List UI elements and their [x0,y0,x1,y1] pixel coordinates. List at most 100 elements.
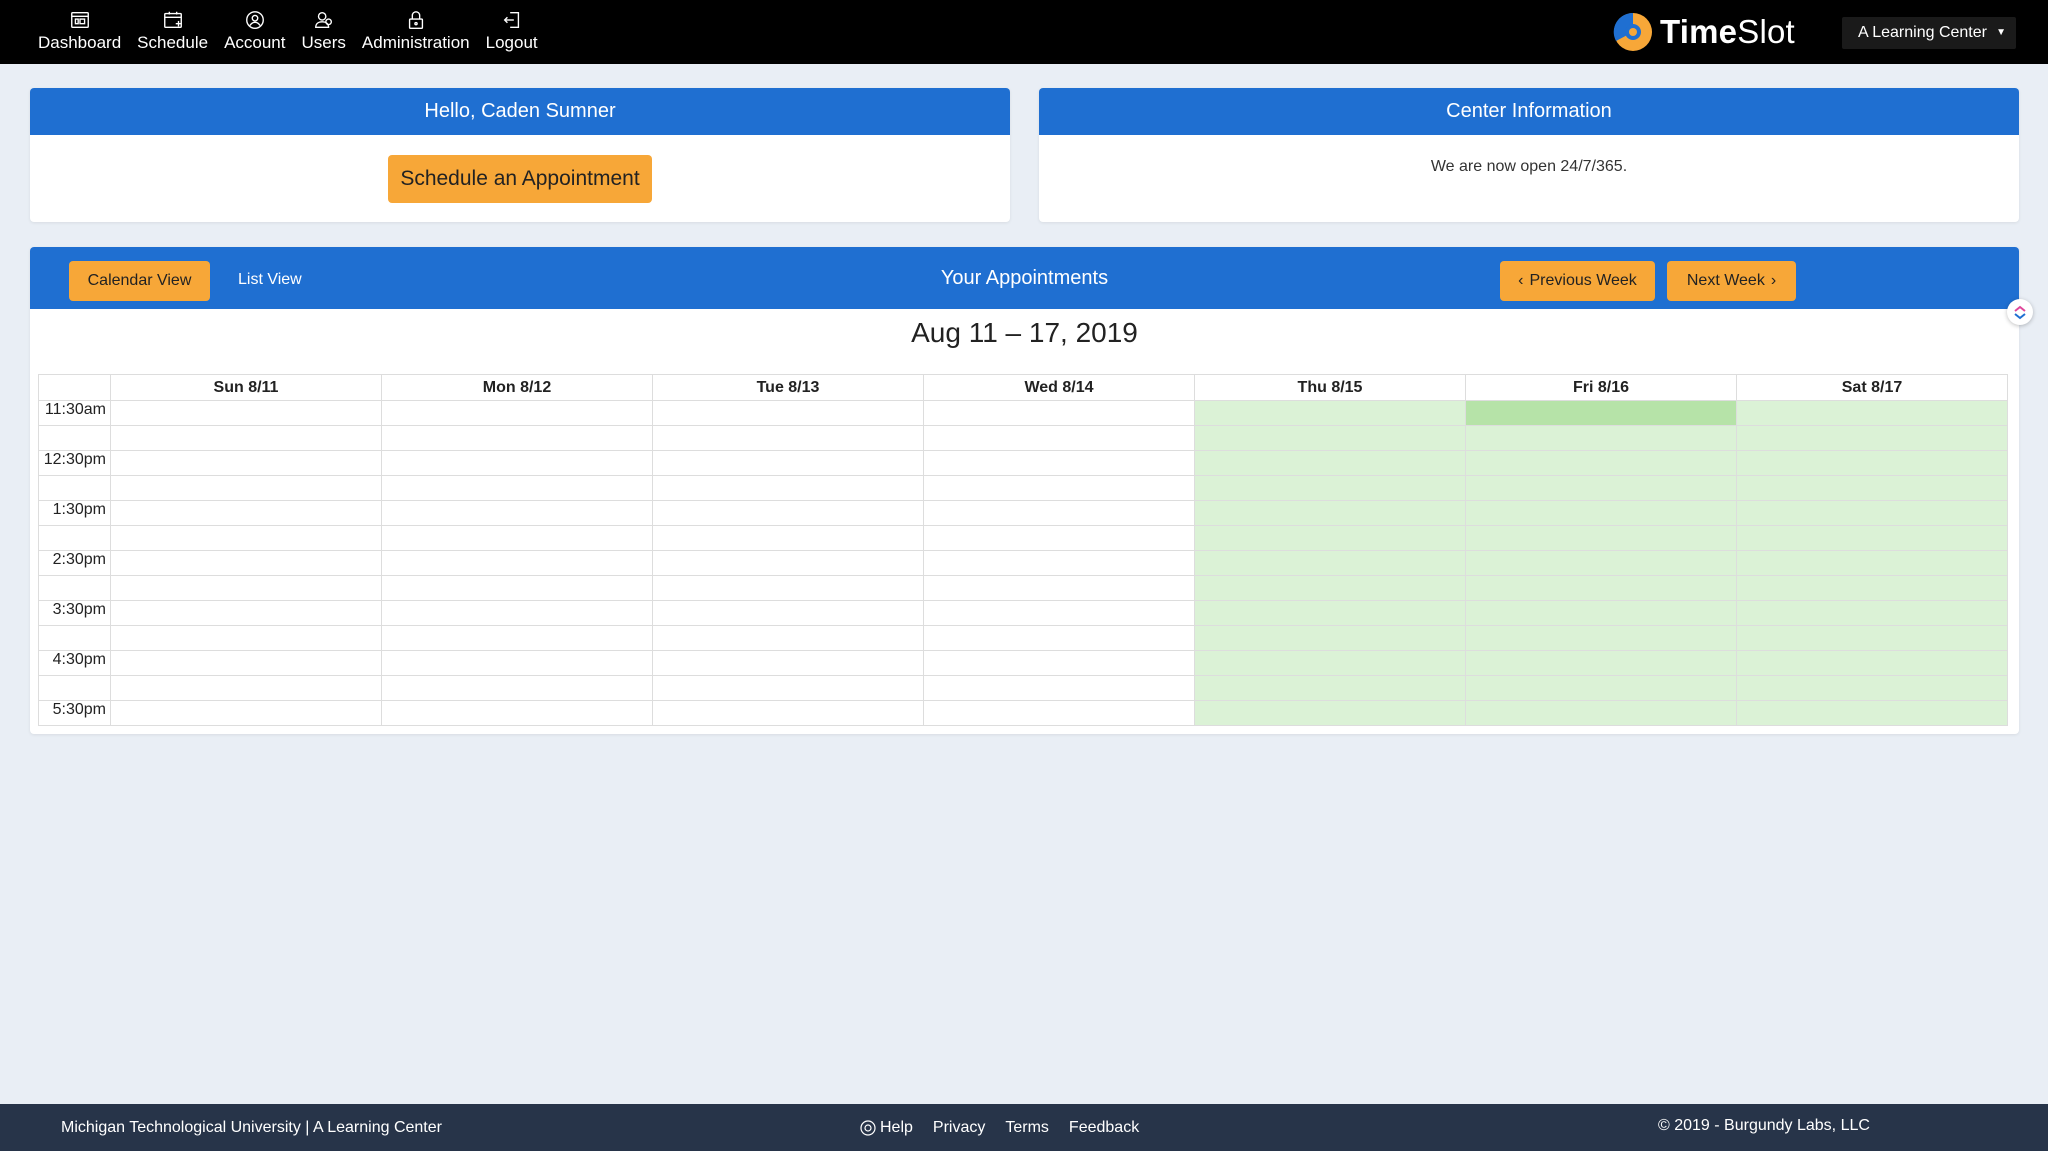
calendar-slot[interactable] [381,475,653,501]
calendar-slot[interactable] [1736,425,2008,451]
calendar-slot[interactable] [381,525,653,551]
calendar-slot[interactable] [923,500,1195,526]
calendar-slot[interactable] [110,400,382,426]
calendar-slot[interactable] [1736,475,2008,501]
footer-feedback-link[interactable]: Feedback [1069,1119,1139,1137]
nav-users[interactable]: Users [294,0,354,53]
calendar-slot[interactable] [923,525,1195,551]
calendar-slot[interactable] [1736,400,2008,426]
footer-privacy-link[interactable]: Privacy [933,1119,985,1137]
nav-account[interactable]: Account [216,0,293,53]
calendar-slot[interactable] [381,700,653,726]
calendar-slot[interactable] [1736,550,2008,576]
calendar-slot[interactable] [1465,650,1737,676]
calendar-slot[interactable] [110,525,382,551]
calendar-slot[interactable] [1465,500,1737,526]
calendar-slot[interactable] [1465,575,1737,601]
calendar-slot[interactable] [1194,600,1466,626]
calendar-slot[interactable] [1736,600,2008,626]
calendar-slot[interactable] [1194,400,1466,426]
calendar-slot[interactable] [1194,500,1466,526]
calendar-slot[interactable] [652,575,924,601]
calendar-slot[interactable] [1465,475,1737,501]
calendar-slot[interactable] [110,550,382,576]
calendar-slot[interactable] [1736,525,2008,551]
nav-administration[interactable]: Administration [354,0,478,53]
calendar-slot[interactable] [1465,450,1737,476]
calendar-slot[interactable] [1465,625,1737,651]
calendar-slot[interactable] [923,475,1195,501]
calendar-slot[interactable] [1194,425,1466,451]
list-view-link[interactable]: List View [238,271,302,289]
calendar-slot[interactable] [1194,625,1466,651]
calendar-slot[interactable] [110,700,382,726]
footer-help-link[interactable]: Help [860,1119,913,1137]
calendar-slot[interactable] [1736,675,2008,701]
calendar-slot[interactable] [923,625,1195,651]
calendar-slot[interactable] [1194,475,1466,501]
calendar-slot[interactable] [652,625,924,651]
calendar-slot[interactable] [923,575,1195,601]
calendar-slot[interactable] [1465,525,1737,551]
calendar-slot[interactable] [1736,500,2008,526]
calendar-slot[interactable] [110,650,382,676]
nav-dashboard[interactable]: Dashboard [30,0,129,53]
brand[interactable]: TimeSlot [1612,8,1795,56]
nav-logout[interactable]: Logout [478,0,546,53]
calendar-slot[interactable] [923,600,1195,626]
schedule-appointment-button[interactable]: Schedule an Appointment [388,155,652,203]
calendar-slot[interactable] [1465,700,1737,726]
calendar-slot[interactable] [110,675,382,701]
calendar-slot[interactable] [1465,675,1737,701]
calendar-slot[interactable] [652,550,924,576]
assistant-widget-icon[interactable] [2007,299,2033,325]
calendar-slot[interactable] [1736,650,2008,676]
nav-schedule[interactable]: Schedule [129,0,216,53]
calendar-slot[interactable] [1465,550,1737,576]
calendar-slot[interactable] [923,450,1195,476]
calendar-slot[interactable] [110,500,382,526]
calendar-slot[interactable] [1194,650,1466,676]
calendar-slot[interactable] [652,675,924,701]
calendar-slot[interactable] [1736,575,2008,601]
previous-week-button[interactable]: ‹ Previous Week [1500,261,1655,301]
center-select[interactable]: A Learning Center ▼ [1842,17,2016,49]
calendar-slot[interactable] [652,475,924,501]
calendar-slot[interactable] [652,400,924,426]
calendar-slot[interactable] [381,550,653,576]
footer-terms-link[interactable]: Terms [1005,1119,1049,1137]
calendar-slot[interactable] [652,600,924,626]
calendar-slot[interactable] [1736,450,2008,476]
calendar-slot[interactable] [110,450,382,476]
calendar-slot[interactable] [381,650,653,676]
calendar-slot[interactable] [652,700,924,726]
calendar-slot[interactable] [652,650,924,676]
calendar-slot[interactable] [923,700,1195,726]
calendar-slot[interactable] [652,450,924,476]
calendar-slot[interactable] [381,575,653,601]
calendar-slot[interactable] [652,425,924,451]
calendar-slot[interactable] [1465,425,1737,451]
calendar-slot[interactable] [1194,525,1466,551]
calendar-slot[interactable] [923,400,1195,426]
calendar-slot[interactable] [1194,575,1466,601]
calendar-slot[interactable] [652,500,924,526]
calendar-slot[interactable] [110,575,382,601]
calendar-slot[interactable] [923,650,1195,676]
calendar-slot[interactable] [110,475,382,501]
calendar-slot[interactable] [923,550,1195,576]
calendar-slot[interactable] [652,525,924,551]
calendar-slot[interactable] [381,675,653,701]
calendar-slot[interactable] [110,600,382,626]
calendar-slot[interactable] [381,500,653,526]
calendar-slot[interactable] [1194,550,1466,576]
calendar-slot[interactable] [110,425,382,451]
calendar-slot[interactable] [110,625,382,651]
calendar-slot[interactable] [1736,625,2008,651]
calendar-slot[interactable] [1194,675,1466,701]
calendar-slot[interactable] [381,425,653,451]
calendar-slot[interactable] [381,400,653,426]
calendar-slot[interactable] [1736,700,2008,726]
calendar-slot[interactable] [381,450,653,476]
calendar-slot[interactable] [923,675,1195,701]
